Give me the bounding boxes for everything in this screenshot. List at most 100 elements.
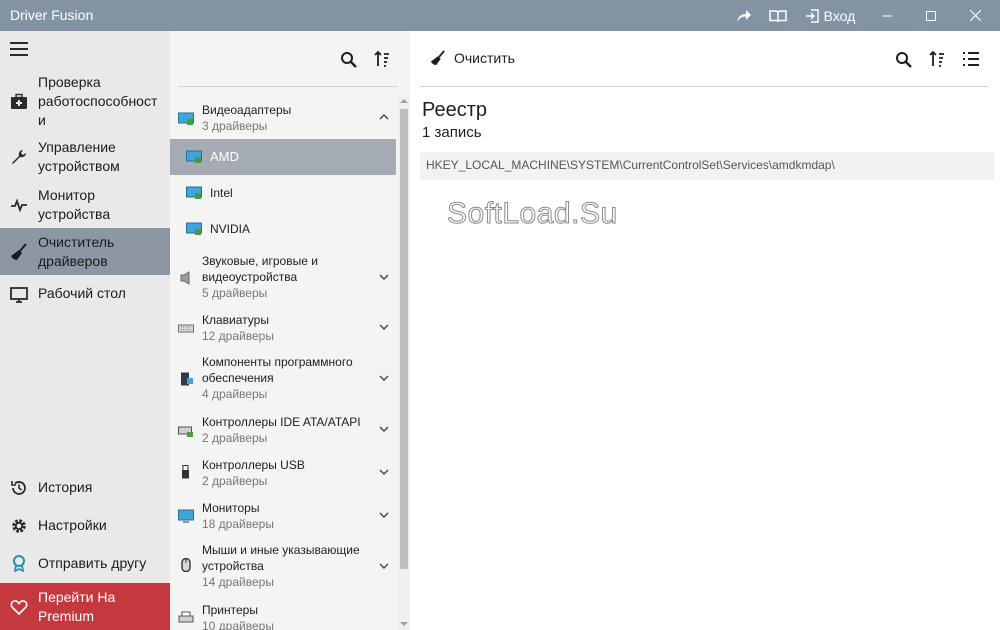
wrench-icon bbox=[12, 150, 26, 164]
minimize-icon bbox=[882, 15, 892, 16]
mouse-icon bbox=[181, 558, 191, 572]
software-component-icon bbox=[181, 372, 193, 386]
sidebar-item-settings[interactable]: Настройки bbox=[0, 512, 170, 540]
clean-button-label: Очистить bbox=[454, 50, 515, 66]
display-adapter-icon bbox=[178, 112, 194, 125]
maximize-icon bbox=[926, 10, 936, 21]
history-icon bbox=[11, 481, 26, 495]
app-title: Driver Fusion bbox=[10, 7, 94, 23]
sidebar-item-desktop[interactable]: Рабочий стол bbox=[0, 280, 170, 308]
chevron-down-icon bbox=[379, 426, 389, 432]
sidebar-item-driver-cleaner[interactable]: Очиститель драйверов bbox=[0, 228, 170, 275]
menu-icon[interactable] bbox=[10, 42, 28, 56]
close-icon bbox=[969, 10, 981, 21]
toolbar-divider bbox=[178, 86, 398, 87]
group-count: 2 драйверы bbox=[202, 474, 268, 488]
group-count: 4 драйверы bbox=[202, 387, 268, 401]
chevron-down-icon bbox=[379, 563, 389, 569]
registry-entry-path: HKEY_LOCAL_MACHINE\SYSTEM\CurrentControl… bbox=[426, 158, 835, 172]
group-count: 12 драйверы bbox=[202, 329, 274, 343]
title-bar: Driver Fusion Вход bbox=[0, 0, 1000, 31]
sort-icon[interactable] bbox=[373, 50, 391, 68]
display-adapter-icon bbox=[186, 150, 202, 163]
monitor-icon bbox=[178, 509, 194, 523]
ide-controller-icon bbox=[178, 426, 193, 437]
group-count: 5 драйверы bbox=[202, 286, 268, 300]
list-item-nvidia[interactable]: NVIDIA bbox=[170, 211, 396, 247]
list-view-icon[interactable] bbox=[962, 51, 980, 67]
scroll-up-icon[interactable] bbox=[400, 97, 408, 105]
sidebar-item-send-friend[interactable]: Отправить другу bbox=[0, 550, 170, 578]
group-title: Клавиатуры bbox=[202, 313, 269, 327]
sidebar-item-label: Проверка работоспособност и bbox=[38, 74, 158, 128]
section-title: Реестр bbox=[422, 99, 487, 121]
sort-icon[interactable] bbox=[928, 50, 946, 68]
maximize-button[interactable] bbox=[912, 0, 950, 31]
sidebar-item-label: Отправить другу bbox=[38, 555, 147, 571]
login-button[interactable]: Вход bbox=[802, 0, 858, 31]
group-title: Звуковые, игровые и видеоустройства bbox=[202, 254, 318, 284]
sidebar-item-label: Рабочий стол bbox=[38, 285, 126, 301]
sidebar-item-history[interactable]: История bbox=[0, 474, 170, 502]
list-item-label: NVIDIA bbox=[210, 222, 251, 236]
display-adapter-icon bbox=[186, 186, 202, 199]
display-adapter-icon bbox=[186, 222, 202, 235]
search-icon[interactable] bbox=[895, 51, 913, 69]
watermark: SoftLoad.Su bbox=[447, 197, 618, 231]
list-item-intel[interactable]: Intel bbox=[170, 175, 396, 211]
share-button[interactable] bbox=[732, 0, 756, 31]
driver-group[interactable]: Принтеры 10 драйверы bbox=[170, 601, 398, 630]
scrollbar-thumb[interactable] bbox=[400, 109, 408, 569]
printer-icon bbox=[178, 611, 194, 623]
sidebar-item-label: Очиститель драйверов bbox=[38, 234, 115, 269]
chevron-down-icon bbox=[379, 274, 389, 280]
login-label: Вход bbox=[823, 7, 856, 24]
group-title: Мониторы bbox=[202, 501, 260, 515]
book-icon bbox=[769, 9, 787, 22]
driver-group[interactable]: Видеоадаптеры 3 драйверы bbox=[170, 100, 398, 138]
driver-group[interactable]: Звуковые, игровые и видеоустройства 5 др… bbox=[170, 253, 398, 303]
driver-group[interactable]: Контроллеры IDE ATA/ATAPI 2 драйверы bbox=[170, 413, 398, 449]
sidebar-item-device-monitor[interactable]: Монитор устройства bbox=[0, 182, 170, 226]
manual-button[interactable] bbox=[765, 0, 791, 31]
health-kit-icon bbox=[11, 93, 27, 109]
registry-entry-row[interactable]: HKEY_LOCAL_MACHINE\SYSTEM\CurrentControl… bbox=[420, 152, 994, 180]
group-title: Контроллеры USB bbox=[202, 458, 305, 472]
sidebar-item-device-management[interactable]: Управление устройством bbox=[0, 135, 170, 177]
chevron-down-icon bbox=[379, 469, 389, 475]
sidebar-item-label: Настройки bbox=[38, 517, 107, 533]
desktop-icon bbox=[10, 287, 28, 303]
group-title: Видеоадаптеры bbox=[202, 103, 292, 117]
keyboard-icon bbox=[178, 324, 194, 333]
sidebar-item-label: История bbox=[38, 479, 93, 495]
clean-button[interactable]: Очистить bbox=[430, 48, 515, 68]
sidebar-item-health-check[interactable]: Проверка работоспособност и bbox=[0, 72, 170, 130]
go-premium-button[interactable]: Перейти На Premium bbox=[0, 583, 170, 630]
list-item-amd[interactable]: AMD bbox=[170, 139, 396, 175]
driver-group[interactable]: Компоненты программного обеспечения 4 др… bbox=[170, 354, 398, 404]
driver-group[interactable]: Мониторы 18 драйверы bbox=[170, 499, 398, 535]
group-title: Мыши и иные указывающие устройства bbox=[202, 543, 360, 573]
list-item-label: Intel bbox=[210, 186, 233, 200]
sign-in-icon bbox=[805, 8, 819, 23]
broom-icon bbox=[430, 50, 445, 66]
driver-group[interactable]: Клавиатуры 12 драйверы bbox=[170, 311, 398, 347]
chevron-down-icon bbox=[379, 324, 389, 330]
speaker-icon bbox=[180, 271, 190, 285]
chevron-down-icon bbox=[379, 375, 389, 381]
group-count: 10 драйверы bbox=[202, 619, 274, 630]
share-icon bbox=[737, 9, 751, 22]
broom-icon bbox=[11, 243, 27, 260]
group-title: Контроллеры IDE ATA/ATAPI bbox=[202, 415, 361, 429]
group-title: Принтеры bbox=[202, 603, 258, 617]
search-icon[interactable] bbox=[340, 51, 358, 69]
driver-group[interactable]: Мыши и иные указывающие устройства 14 др… bbox=[170, 542, 398, 592]
pulse-icon bbox=[11, 198, 27, 213]
group-title: Компоненты программного обеспечения bbox=[202, 355, 353, 385]
section-count: 1 запись bbox=[422, 124, 482, 141]
scroll-down-icon[interactable] bbox=[400, 620, 408, 628]
close-button[interactable] bbox=[956, 0, 994, 31]
minimize-button[interactable] bbox=[868, 0, 906, 31]
driver-group[interactable]: Контроллеры USB 2 драйверы bbox=[170, 456, 398, 492]
driver-list-scrollbar[interactable] bbox=[398, 95, 410, 630]
